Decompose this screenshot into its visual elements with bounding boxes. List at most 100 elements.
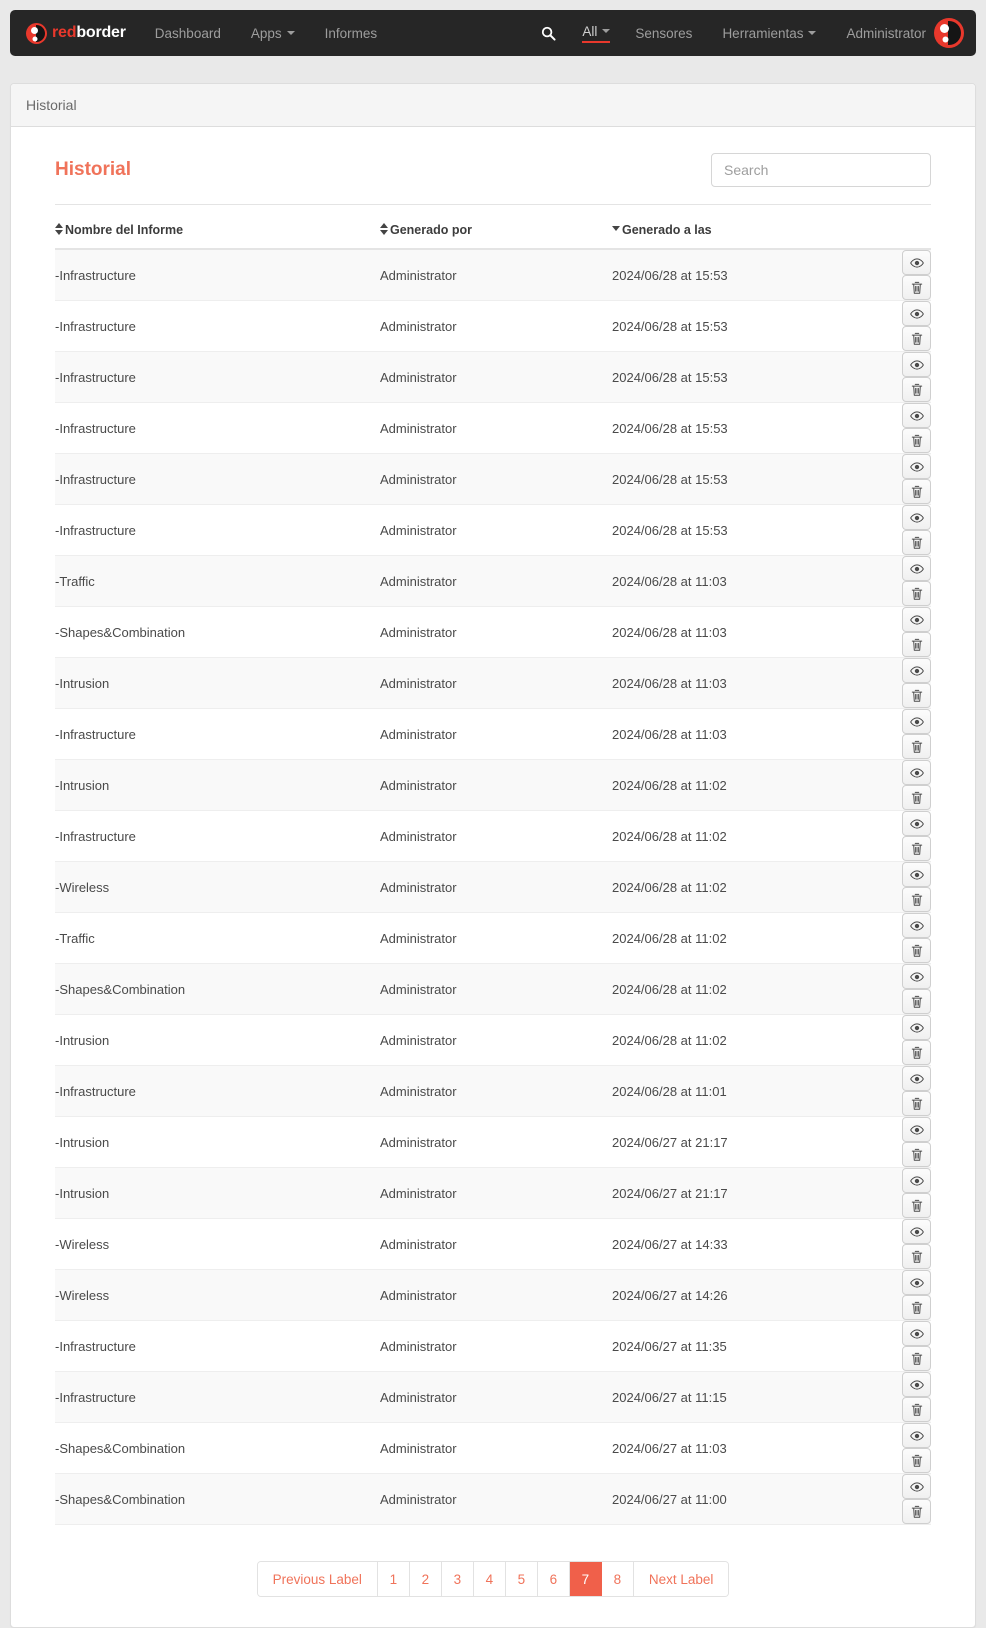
- delete-button[interactable]: [902, 632, 931, 657]
- table-row[interactable]: -Traffic Administrator 2024/06/28 at 11:03: [55, 555, 931, 607]
- table-row[interactable]: -Wireless Administrator 2024/06/28 at 11:0…: [55, 861, 931, 913]
- view-button[interactable]: [902, 403, 931, 428]
- table-row[interactable]: -Infrastructure Administrator 2024/06/28 a…: [55, 708, 931, 760]
- delete-button[interactable]: [902, 581, 931, 606]
- delete-button[interactable]: [902, 785, 931, 810]
- view-button[interactable]: [902, 862, 931, 887]
- nav-item-sensores[interactable]: Sensores: [620, 10, 707, 56]
- pagination-page-5[interactable]: 5: [505, 1562, 538, 1596]
- table-row[interactable]: -Infrastructure Administrator 2024/06/28 a…: [55, 504, 931, 556]
- delete-button[interactable]: [902, 1346, 931, 1371]
- view-button[interactable]: [902, 709, 931, 734]
- pagination-page-3[interactable]: 3: [441, 1562, 474, 1596]
- nav-item-user[interactable]: Administrator: [831, 10, 928, 56]
- nav-item-informes[interactable]: Informes: [310, 10, 393, 56]
- column-header-nombre-del-informe[interactable]: Nombre del Informe: [55, 205, 380, 250]
- view-button[interactable]: [902, 1270, 931, 1295]
- scope-selector-all[interactable]: All: [572, 10, 620, 56]
- nav-item-dashboard[interactable]: Dashboard: [140, 10, 236, 56]
- view-button[interactable]: [902, 505, 931, 530]
- search-button[interactable]: [525, 10, 572, 56]
- delete-button[interactable]: [902, 683, 931, 708]
- pagination-previous[interactable]: Previous Label: [257, 1562, 378, 1596]
- view-button[interactable]: [902, 1474, 931, 1499]
- pagination-page-2[interactable]: 2: [409, 1562, 442, 1596]
- view-button[interactable]: [902, 352, 931, 377]
- table-row[interactable]: -Infrastructure Administrator 2024/06/28 a…: [55, 453, 931, 505]
- nav-item-herramientas[interactable]: Herramientas: [707, 10, 831, 56]
- view-button[interactable]: [902, 913, 931, 938]
- column-header-generado-por[interactable]: Generado por: [380, 205, 612, 250]
- delete-button[interactable]: [902, 938, 931, 963]
- delete-button[interactable]: [902, 377, 931, 402]
- pagination-page-6[interactable]: 6: [537, 1562, 570, 1596]
- table-row[interactable]: -Infrastructure Administrator 2024/06/28 a…: [55, 249, 931, 301]
- view-button[interactable]: [902, 556, 931, 581]
- delete-button[interactable]: [902, 1142, 931, 1167]
- delete-button[interactable]: [902, 530, 931, 555]
- delete-button[interactable]: [902, 428, 931, 453]
- view-button[interactable]: [902, 658, 931, 683]
- column-header-generado-a-las[interactable]: Generado a las: [612, 205, 874, 250]
- view-button[interactable]: [902, 1117, 931, 1142]
- delete-button[interactable]: [902, 479, 931, 504]
- view-button[interactable]: [902, 607, 931, 632]
- table-row[interactable]: -Infrastructure Administrator 2024/06/28 a…: [55, 300, 931, 352]
- view-button[interactable]: [902, 1168, 931, 1193]
- nav-item-apps[interactable]: Apps: [236, 10, 310, 56]
- table-row[interactable]: -Shapes&Combination Administrator 2024/06/…: [55, 963, 931, 1015]
- delete-button[interactable]: [902, 989, 931, 1014]
- pagination-page-8[interactable]: 8: [601, 1562, 634, 1596]
- pagination-page-4[interactable]: 4: [473, 1562, 506, 1596]
- table-row[interactable]: -Infrastructure Administrator 2024/06/28 a…: [55, 402, 931, 454]
- delete-button[interactable]: [902, 1499, 931, 1524]
- table-row[interactable]: -Shapes&Combination Administrator 2024/06/…: [55, 606, 931, 658]
- delete-button[interactable]: [902, 1040, 931, 1065]
- pagination-page-7[interactable]: 7: [569, 1562, 602, 1596]
- delete-button[interactable]: [902, 1397, 931, 1422]
- table-row[interactable]: -Infrastructure Administrator 2024/06/27 a…: [55, 1371, 931, 1423]
- view-button[interactable]: [902, 964, 931, 989]
- trash-icon: [910, 332, 924, 346]
- table-row[interactable]: -Infrastructure Administrator 2024/06/27 a…: [55, 1320, 931, 1372]
- view-button[interactable]: [902, 301, 931, 326]
- delete-button[interactable]: [902, 1448, 931, 1473]
- view-button[interactable]: [902, 454, 931, 479]
- view-button[interactable]: [902, 1066, 931, 1091]
- delete-button[interactable]: [902, 1244, 931, 1269]
- table-row[interactable]: -Infrastructure Administrator 2024/06/28 a…: [55, 351, 931, 403]
- pagination-next[interactable]: Next Label: [633, 1562, 729, 1596]
- view-button[interactable]: [902, 1015, 931, 1040]
- table-row[interactable]: -Intrusion Administrator 2024/06/28 at 11:…: [55, 657, 931, 709]
- table-row[interactable]: -Intrusion Administrator 2024/06/28 at 11:…: [55, 1014, 931, 1066]
- table-row[interactable]: -Infrastructure Administrator 2024/06/28 a…: [55, 810, 931, 862]
- delete-button[interactable]: [902, 734, 931, 759]
- view-button[interactable]: [902, 811, 931, 836]
- delete-button[interactable]: [902, 1295, 931, 1320]
- view-button[interactable]: [902, 760, 931, 785]
- table-row[interactable]: -Shapes&Combination Administrator 2024/06/…: [55, 1473, 931, 1525]
- delete-button[interactable]: [902, 887, 931, 912]
- view-button[interactable]: [902, 250, 931, 275]
- search-input[interactable]: [711, 153, 931, 187]
- delete-button[interactable]: [902, 836, 931, 861]
- delete-button[interactable]: [902, 1091, 931, 1116]
- pagination-page-1[interactable]: 1: [377, 1562, 410, 1596]
- delete-button[interactable]: [902, 1193, 931, 1218]
- table-row[interactable]: -Intrusion Administrator 2024/06/27 at 21:…: [55, 1116, 931, 1168]
- table-row[interactable]: -Traffic Administrator 2024/06/28 at 11:02: [55, 912, 931, 964]
- table-row[interactable]: -Shapes&Combination Administrator 2024/06/…: [55, 1422, 931, 1474]
- view-button[interactable]: [902, 1321, 931, 1346]
- delete-button[interactable]: [902, 275, 931, 300]
- table-row[interactable]: -Wireless Administrator 2024/06/27 at 14:3…: [55, 1218, 931, 1270]
- brand-logo[interactable]: redborder: [10, 10, 140, 56]
- view-button[interactable]: [902, 1423, 931, 1448]
- delete-button[interactable]: [902, 326, 931, 351]
- view-button[interactable]: [902, 1372, 931, 1397]
- view-button[interactable]: [902, 1219, 931, 1244]
- table-row[interactable]: -Intrusion Administrator 2024/06/28 at 11:…: [55, 759, 931, 811]
- table-row[interactable]: -Wireless Administrator 2024/06/27 at 14:2…: [55, 1269, 931, 1321]
- user-avatar-icon[interactable]: [934, 18, 964, 48]
- table-row[interactable]: -Infrastructure Administrator 2024/06/28 a…: [55, 1065, 931, 1117]
- table-row[interactable]: -Intrusion Administrator 2024/06/27 at 21:…: [55, 1167, 931, 1219]
